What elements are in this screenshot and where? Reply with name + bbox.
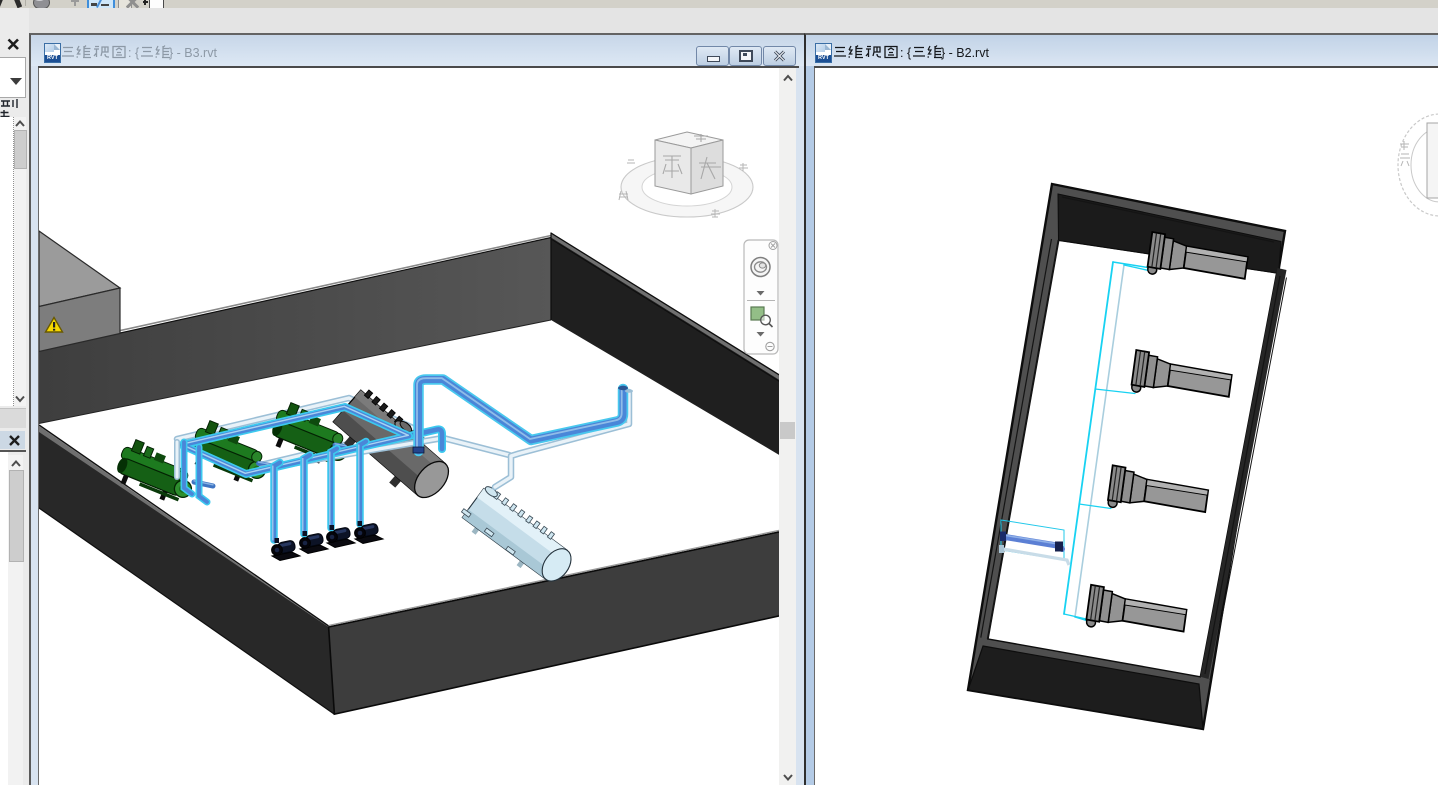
svg-text:: {: : {: [128, 46, 139, 60]
svg-text:} - B2.rvt: } - B2.rvt: [941, 46, 989, 60]
svg-text:: {: : {: [900, 46, 911, 60]
svg-text:} - B3.rvt: } - B3.rvt: [169, 46, 217, 60]
